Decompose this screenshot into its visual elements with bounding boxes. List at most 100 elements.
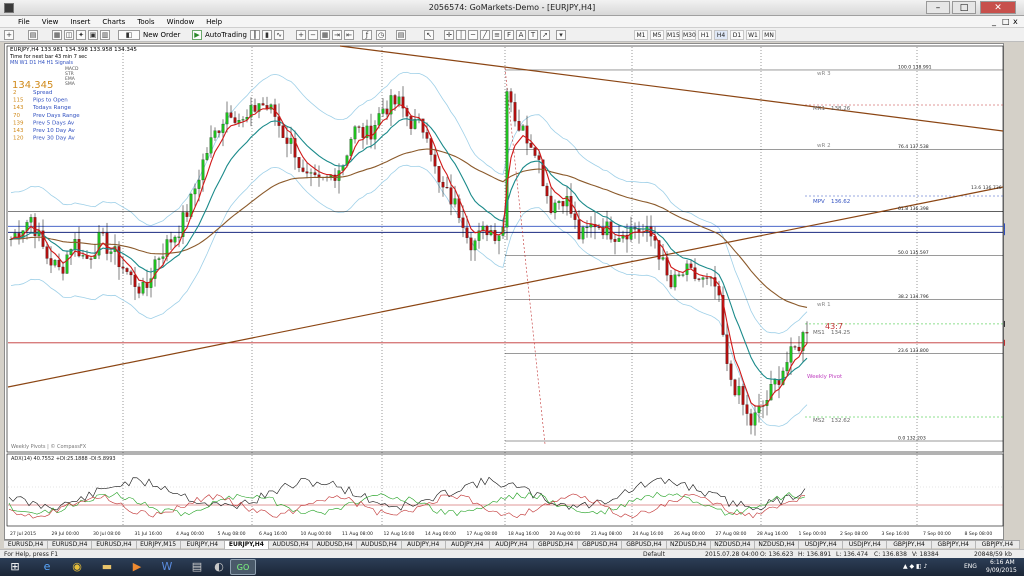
bearish-candle <box>513 102 517 122</box>
menu-insert[interactable]: Insert <box>64 16 96 28</box>
text-tool-icon[interactable]: A <box>516 30 526 40</box>
chart-tab[interactable]: NZDUSD,H4 <box>711 541 755 549</box>
crosshair-cursor-icon[interactable]: ↖ <box>424 30 434 40</box>
market-watch-icon[interactable]: ▦ <box>52 30 62 40</box>
chart-tab[interactable]: EURUSD,H4 <box>92 541 137 549</box>
mdi-close-button[interactable]: x <box>1013 17 1018 27</box>
bullish-candle <box>589 224 593 228</box>
fibonacci-icon[interactable]: F <box>504 30 514 40</box>
chart-tab[interactable]: NZDUSD,H4 <box>755 541 800 549</box>
autotrading-button[interactable]: AutoTrading <box>205 30 247 40</box>
chart-tab[interactable]: AUDUSD,H4 <box>357 541 402 549</box>
data-window-icon[interactable]: ◫ <box>64 30 74 40</box>
chart-tab[interactable]: AUDJPY,H4 <box>402 541 446 549</box>
fib-level-label: 23.6 133.800 <box>898 348 929 354</box>
chart-tab[interactable]: NZDUSD,H4 <box>667 541 711 549</box>
chart-tab[interactable]: GBPJPY,H4 <box>976 541 1020 549</box>
mdi-minimize-button[interactable]: _ <box>992 17 996 27</box>
navigator-icon[interactable]: ✦ <box>76 30 86 40</box>
chart-tab[interactable]: EURUSD,H4 <box>4 541 49 549</box>
chart-tab[interactable]: GBPUSD,H4 <box>578 541 623 549</box>
chart-tab[interactable]: GBPJPY,H4 <box>887 541 932 549</box>
channel-icon[interactable]: ≡ <box>492 30 502 40</box>
cursor-icon[interactable]: ✛ <box>444 30 454 40</box>
menu-window[interactable]: Window <box>161 16 201 28</box>
chart-tab[interactable]: USDJPY,H4 <box>799 541 844 549</box>
new-order-icon[interactable]: ◧ <box>118 30 140 40</box>
menu-help[interactable]: Help <box>200 16 228 28</box>
candlestick-icon[interactable]: ▮ <box>262 30 272 40</box>
chart-tab[interactable]: EURUSD,H4 <box>48 541 93 549</box>
taskbar-player[interactable]: ▶ <box>124 559 150 575</box>
zoom-in-icon[interactable]: + <box>296 30 306 40</box>
timeframe-m15[interactable]: M15 <box>666 30 680 40</box>
chart-tab[interactable]: GBPJPY,H4 <box>932 541 976 549</box>
taskbar-app[interactable]: ◐ <box>206 559 232 575</box>
price-chart[interactable]: EURJPY,H4 133.981 134.398 133.958 134.34… <box>5 44 1005 541</box>
tray-time[interactable]: 6:16 AM <box>990 559 1015 567</box>
periods-icon[interactable]: ◷ <box>376 30 386 40</box>
minimize-button[interactable]: – <box>926 1 950 14</box>
zoom-out-icon[interactable]: − <box>308 30 318 40</box>
timeframe-w1[interactable]: W1 <box>746 30 760 40</box>
chart-tab[interactable]: USDJPY,H4 <box>843 541 888 549</box>
bar-chart-icon[interactable]: ┃ <box>250 30 260 40</box>
vertical-line-icon[interactable]: │ <box>456 30 466 40</box>
taskbar-mt4[interactable]: GO <box>230 559 256 575</box>
strategy-tester-icon[interactable]: ▥ <box>100 30 110 40</box>
menu-tools[interactable]: Tools <box>131 16 160 28</box>
menu-view[interactable]: View <box>36 16 65 28</box>
horizontal-line-icon[interactable]: ─ <box>468 30 478 40</box>
close-button[interactable]: ✕ <box>980 1 1016 14</box>
chart-tab[interactable]: AUDUSD,H4 <box>269 541 314 549</box>
taskbar-explorer[interactable]: ▬ <box>94 559 120 575</box>
fib-level-label: 61.8 136.398 <box>898 206 929 212</box>
more-tools-icon[interactable]: ▾ <box>556 30 566 40</box>
tile-windows-icon[interactable]: ▦ <box>320 30 330 40</box>
chart-tab[interactable]: GBPUSD,H4 <box>534 541 579 549</box>
timeframe-d1[interactable]: D1 <box>730 30 744 40</box>
chart-tab[interactable]: GBPUSD,H4 <box>622 541 667 549</box>
label-tool-icon[interactable]: T <box>528 30 538 40</box>
line-chart-icon[interactable]: ∿ <box>274 30 284 40</box>
timeframe-mn[interactable]: MN <box>762 30 776 40</box>
new-chart-icon[interactable]: + <box>4 30 14 40</box>
bearish-candle <box>409 116 413 129</box>
time-tick-label: 24 Aug 16:00 <box>633 531 664 537</box>
mdi-restore-button[interactable]: □ <box>1002 17 1010 27</box>
trendline-icon[interactable]: ╱ <box>480 30 490 40</box>
chart-window[interactable]: EURJPY,H4 133.981 134.398 133.958 134.34… <box>4 43 1005 541</box>
input-language[interactable]: ENG <box>964 563 977 571</box>
menu-file[interactable]: File <box>12 16 36 28</box>
profiles-icon[interactable]: ▤ <box>28 30 38 40</box>
templates-icon[interactable]: ▤ <box>396 30 406 40</box>
taskbar-word[interactable]: W <box>154 559 180 575</box>
taskbar-chrome[interactable]: ◉ <box>64 559 90 575</box>
terminal-icon[interactable]: ▣ <box>88 30 98 40</box>
chart-tab[interactable]: EURJPY,H4 <box>224 541 270 549</box>
arrow-tool-icon[interactable]: ➚ <box>540 30 550 40</box>
chart-tab[interactable]: EURJPY,H4 <box>181 541 225 549</box>
start-button[interactable]: ⊞ <box>2 559 28 575</box>
chart-tab[interactable]: AUDUSD,H4 <box>313 541 358 549</box>
maximize-button[interactable]: □ <box>952 1 976 14</box>
menu-charts[interactable]: Charts <box>96 16 131 28</box>
timeframe-m1[interactable]: M1 <box>634 30 648 40</box>
timeframe-h1[interactable]: H1 <box>698 30 712 40</box>
taskbar-ie[interactable]: e <box>34 559 60 575</box>
timeframe-m5[interactable]: M5 <box>650 30 664 40</box>
bullish-candle <box>681 274 685 276</box>
timeframe-m30[interactable]: M30 <box>682 30 696 40</box>
autoscroll-icon[interactable]: ⇥ <box>332 30 342 40</box>
pivot-name-label: Weekly Pivot <box>807 374 843 380</box>
tray-icons[interactable]: ▲ ◆ ◧ ♪ <box>903 563 927 571</box>
timeframe-h4[interactable]: H4 <box>714 30 728 40</box>
chart-shift-icon[interactable]: ⇤ <box>344 30 354 40</box>
chart-tab[interactable]: AUDJPY,H4 <box>446 541 490 549</box>
tray-date[interactable]: 9/09/2015 <box>986 567 1017 575</box>
new-order-button[interactable]: New Order <box>143 30 180 40</box>
chart-tab[interactable]: AUDJPY,H4 <box>490 541 535 549</box>
indicators-icon[interactable]: ƒ <box>362 30 372 40</box>
chart-tab[interactable]: EURJPY,M15 <box>137 541 181 549</box>
autotrading-icon[interactable]: ▶ <box>192 30 202 40</box>
